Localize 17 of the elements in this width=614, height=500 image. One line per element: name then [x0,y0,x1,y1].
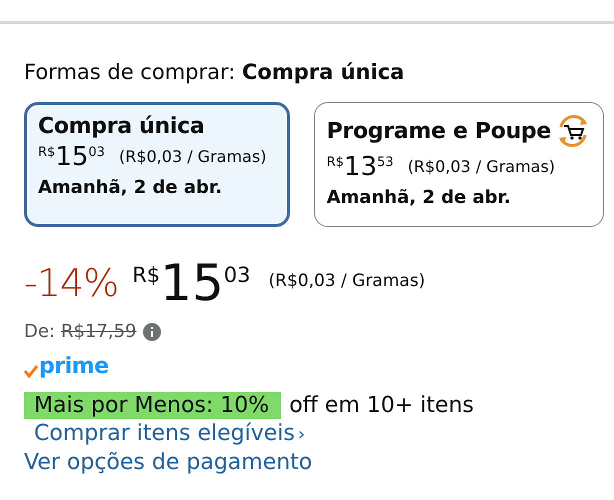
discount-percentage: -14% [24,261,118,305]
unit-price: (R$0,03 / Gramas) [408,157,556,176]
delivery-date: Amanhã, 2 de abr. [38,177,224,198]
unit-price: (R$0,03 / Gramas) [268,271,426,291]
option-title: Programe e Poupe [326,118,551,144]
info-icon[interactable] [142,322,160,340]
buying-options-heading: Formas de comprar: Compra única [24,60,406,84]
delivery-date: Amanhã, 2 de abr. [326,187,512,208]
promo-badge: Mais por Menos: 10% [24,392,282,419]
unit-price: (R$0,03 / Gramas) [118,147,266,166]
eligible-items-link[interactable]: Comprar itens elegíveis› [34,421,306,446]
prime-logo: prime [24,356,604,378]
list-price: R$17,59 [61,321,136,342]
option-title: Compra única [38,114,204,139]
list-price-label: De: [24,321,55,342]
promo-text: off em 10+ itens [289,393,474,418]
payment-options-link[interactable]: Ver opções de pagamento [24,450,312,475]
